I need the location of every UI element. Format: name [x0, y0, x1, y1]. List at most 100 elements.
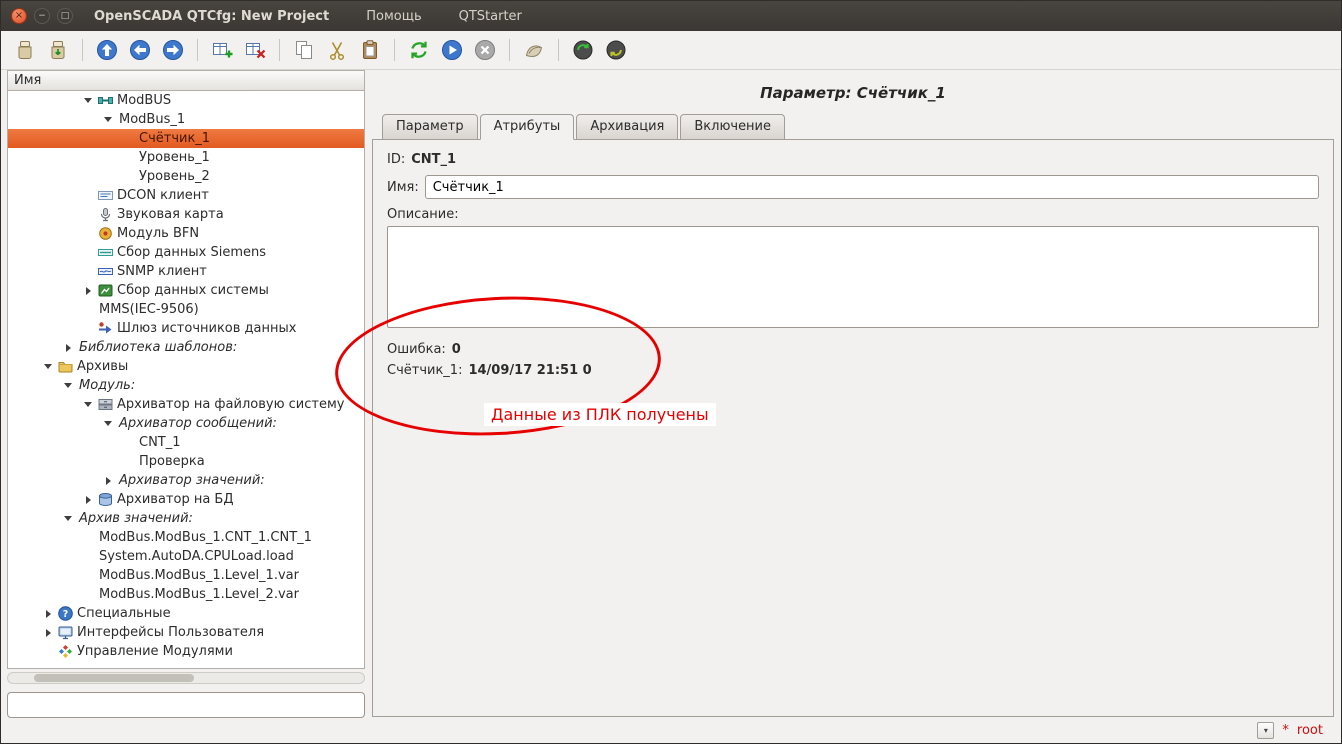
tree-item-label: CNT_1	[138, 435, 181, 450]
stop-icon	[474, 39, 496, 61]
tree-item[interactable]: SNMP клиент	[8, 262, 364, 281]
toolbar-button-copy[interactable]	[290, 36, 318, 64]
tree-filter-input[interactable]	[7, 692, 365, 718]
tree-item[interactable]: Счётчик_1	[8, 129, 364, 148]
branch-column[interactable]	[58, 383, 78, 388]
tree-item-label: Сбор данных системы	[116, 283, 269, 298]
tree-item[interactable]: System.AutoDA.CPULoad.load	[8, 547, 364, 566]
tree-item[interactable]: Шлюз источников данных	[8, 319, 364, 338]
tree-item[interactable]: Модуль:	[8, 376, 364, 395]
tree-item[interactable]: ModBus.ModBus_1.CNT_1.CNT_1	[8, 528, 364, 547]
chevron-down-icon[interactable]	[84, 402, 92, 407]
tree-item[interactable]: MMS(IEC-9506)	[8, 300, 364, 319]
tree-header[interactable]: Имя	[7, 70, 365, 91]
tree-item[interactable]: Архиватор на файловую систему	[8, 395, 364, 414]
maximize-icon[interactable]: □	[57, 8, 73, 24]
chevron-right-icon[interactable]	[86, 496, 91, 504]
modified-indicator: *	[1282, 723, 1289, 738]
branch-column[interactable]	[38, 629, 58, 637]
name-input[interactable]	[425, 175, 1319, 199]
tree-horizontal-scrollbar[interactable]	[7, 672, 365, 684]
toolbar-button-save[interactable]	[44, 36, 72, 64]
chevron-down-icon[interactable]	[104, 421, 112, 426]
tree-item-label: Проверка	[138, 454, 205, 469]
tree-item[interactable]: Архиватор на БД	[8, 490, 364, 509]
tree-item[interactable]: Уровень_2	[8, 167, 364, 186]
chevron-down-icon[interactable]	[44, 364, 52, 369]
description-textarea[interactable]	[387, 226, 1319, 328]
toolbar-button-refresh[interactable]	[405, 36, 433, 64]
tree-item[interactable]: Архиватор значений:	[8, 471, 364, 490]
close-icon[interactable]: ×	[11, 8, 27, 24]
chevron-right-icon[interactable]	[66, 344, 71, 352]
tree-item[interactable]: Сбор данных Siemens	[8, 243, 364, 262]
branch-column[interactable]	[58, 516, 78, 521]
tree-item[interactable]: Звуковая карта	[8, 205, 364, 224]
menu-help[interactable]: Помощь	[366, 9, 421, 24]
toolbar-button-item-del[interactable]	[241, 36, 269, 64]
tree-item[interactable]: Библиотека шаблонов:	[8, 338, 364, 357]
toolbar-button-stop[interactable]	[471, 36, 499, 64]
branch-column[interactable]	[38, 610, 58, 618]
save-icon	[47, 39, 69, 61]
toolbar-button-up[interactable]	[93, 36, 121, 64]
chevron-right-icon[interactable]	[106, 477, 111, 485]
chevron-right-icon[interactable]	[46, 610, 51, 618]
tree-item[interactable]: Модуль BFN	[8, 224, 364, 243]
branch-column[interactable]	[78, 98, 98, 103]
toolbar-button-item-add[interactable]	[208, 36, 236, 64]
toolbar-button-shell[interactable]	[520, 36, 548, 64]
tree-item[interactable]: ModBus.ModBus_1.Level_2.var	[8, 585, 364, 604]
chevron-down-icon[interactable]	[104, 117, 112, 122]
menu-qtstarter[interactable]: QTStarter	[459, 9, 522, 24]
chevron-down-icon[interactable]: ▾	[1257, 722, 1274, 739]
toolbar-button-sync2[interactable]	[602, 36, 630, 64]
chevron-down-icon[interactable]	[64, 383, 72, 388]
tree-item[interactable]: Интерфейсы Пользователя	[8, 623, 364, 642]
toolbar-button-start[interactable]	[438, 36, 466, 64]
shell-icon	[523, 39, 545, 61]
branch-column[interactable]	[58, 344, 78, 352]
tree-item[interactable]: Сбор данных системы	[8, 281, 364, 300]
tree-item[interactable]: Уровень_1	[8, 148, 364, 167]
toolbar-button-paste[interactable]	[356, 36, 384, 64]
tree-item[interactable]: Управление Модулями	[8, 642, 364, 661]
minimize-icon[interactable]: −	[34, 8, 50, 24]
branch-column[interactable]	[38, 364, 58, 369]
tree-item[interactable]: ?Специальные	[8, 604, 364, 623]
user-label: root	[1297, 723, 1323, 738]
toolbar-button-cut[interactable]	[323, 36, 351, 64]
chevron-right-icon[interactable]	[86, 287, 91, 295]
branch-column[interactable]	[78, 402, 98, 407]
tree-item[interactable]: Архиватор сообщений:	[8, 414, 364, 433]
branch-column[interactable]	[78, 287, 98, 295]
tree-item[interactable]: Архивы	[8, 357, 364, 376]
chevron-right-icon[interactable]	[46, 629, 51, 637]
tree-item[interactable]: Проверка	[8, 452, 364, 471]
tree-item[interactable]: DCON клиент	[8, 186, 364, 205]
counter-value: 14/09/17 21:51 0	[468, 363, 591, 378]
tab-parameter[interactable]: Параметр	[382, 114, 478, 140]
branch-column[interactable]	[78, 496, 98, 504]
snmp-icon	[98, 264, 116, 279]
tree-item[interactable]: Архив значений:	[8, 509, 364, 528]
tab-archiving[interactable]: Архивация	[576, 114, 678, 140]
modules-icon	[58, 644, 76, 659]
toolbar-button-sync1[interactable]	[569, 36, 597, 64]
branch-column[interactable]	[98, 117, 118, 122]
branch-column[interactable]	[98, 421, 118, 426]
toolbar-button-load[interactable]	[11, 36, 39, 64]
tree-item[interactable]: ModBus_1	[8, 110, 364, 129]
chevron-down-icon[interactable]	[64, 516, 72, 521]
toolbar-button-back[interactable]	[126, 36, 154, 64]
id-row: ID: CNT_1	[387, 152, 1319, 167]
tab-enable[interactable]: Включение	[680, 114, 785, 140]
tree-item[interactable]: ModBus.ModBus_1.Level_1.var	[8, 566, 364, 585]
branch-column[interactable]	[98, 477, 118, 485]
scrollbar-thumb[interactable]	[34, 674, 194, 682]
chevron-down-icon[interactable]	[84, 98, 92, 103]
tree-item[interactable]: CNT_1	[8, 433, 364, 452]
tree-item[interactable]: ModBUS	[8, 91, 364, 110]
toolbar-button-forward[interactable]	[159, 36, 187, 64]
tab-attributes[interactable]: Атрибуты	[480, 114, 575, 140]
